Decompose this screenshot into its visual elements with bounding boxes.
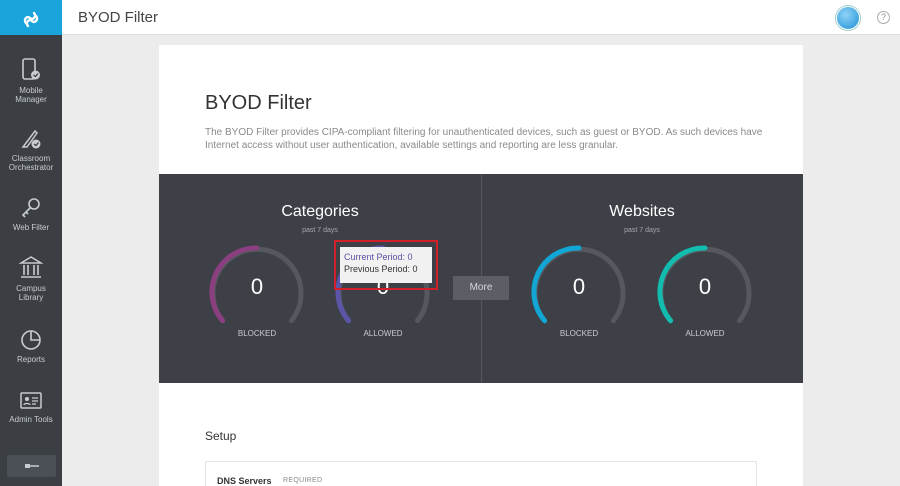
categories-period: past 7 days xyxy=(302,227,338,234)
classroom-orchestrator-icon xyxy=(21,129,41,149)
top-bar: BYOD Filter ? xyxy=(0,0,900,35)
sidebar-item-label: Library xyxy=(18,293,44,302)
sidebar-item-classroom-orchestrator[interactable]: Classroom Orchestrator xyxy=(0,127,62,172)
logo-icon xyxy=(23,11,39,27)
help-icon[interactable]: ? xyxy=(877,11,890,24)
gauge-label: BLOCKED xyxy=(237,329,277,338)
sidebar: Mobile Manager Classroom Orchestrator We… xyxy=(0,35,62,486)
categories-blocked-gauge[interactable]: 0 BLOCKED xyxy=(207,242,307,352)
sidebar-item-admin-tools[interactable]: Admin Tools xyxy=(0,390,62,424)
sidebar-item-label: Manager xyxy=(15,95,47,104)
page-title: BYOD Filter xyxy=(205,92,312,114)
pie-chart-icon xyxy=(21,330,41,350)
dns-servers-label: DNS Servers xyxy=(217,476,272,486)
gauge-value: 0 xyxy=(698,274,712,299)
tooltip-previous-period: Previous Period: 0 xyxy=(344,264,418,274)
sidebar-item-label: Web Filter xyxy=(12,223,50,232)
gauge-label: ALLOWED xyxy=(363,329,403,338)
page-description: The BYOD Filter provides CIPA-compliant … xyxy=(205,127,763,151)
sidebar-item-reports[interactable]: Reports xyxy=(0,328,62,364)
gauge-value: 0 xyxy=(572,274,586,299)
library-icon xyxy=(19,256,43,278)
key-icon xyxy=(21,198,40,218)
mobile-manager-icon xyxy=(22,58,40,80)
main-card: BYOD Filter The BYOD Filter provides CIP… xyxy=(159,45,803,486)
gauge-value: 0 xyxy=(250,274,264,299)
collapse-sidebar-button[interactable] xyxy=(7,455,56,477)
sidebar-item-campus-library[interactable]: Campus Library xyxy=(0,255,62,302)
tooltip-current-period: Current Period: 0 xyxy=(344,252,413,262)
sidebar-item-label: Orchestrator xyxy=(8,163,54,172)
app-title: BYOD Filter xyxy=(78,9,159,26)
collapse-icon xyxy=(24,464,39,468)
websites-period: past 7 days xyxy=(624,227,660,234)
admin-tools-icon xyxy=(20,392,42,409)
stats-panel: Categories past 7 days 0 BLOCKED 0 ALLOW… xyxy=(159,174,803,383)
gauge-label: BLOCKED xyxy=(559,329,599,338)
websites-title: Websites xyxy=(609,203,675,220)
required-badge: REQUIRED xyxy=(283,477,323,484)
sidebar-item-label: Classroom xyxy=(11,154,51,163)
user-avatar[interactable] xyxy=(836,6,860,30)
gauge-tooltip: Current Period: 0 Previous Period: 0 xyxy=(340,247,432,283)
sidebar-item-label: Reports xyxy=(16,355,45,364)
sidebar-item-label: Mobile xyxy=(19,86,43,95)
sidebar-item-label: Admin Tools xyxy=(9,415,53,424)
dns-servers-section[interactable]: DNS Servers REQUIRED xyxy=(205,461,757,486)
sidebar-item-mobile-manager[interactable]: Mobile Manager xyxy=(0,57,62,104)
app-logo[interactable] xyxy=(0,0,62,35)
sidebar-item-label: Campus xyxy=(16,284,46,293)
setup-title: Setup xyxy=(205,429,237,443)
websites-allowed-gauge[interactable]: 0 ALLOWED xyxy=(655,242,755,352)
gauge-label: ALLOWED xyxy=(685,329,725,338)
sidebar-item-web-filter[interactable]: Web Filter xyxy=(0,196,62,232)
more-button[interactable]: More xyxy=(453,276,509,300)
websites-blocked-gauge[interactable]: 0 BLOCKED xyxy=(529,242,629,352)
tooltip-highlight: Current Period: 0 Previous Period: 0 xyxy=(334,240,438,290)
categories-title: Categories xyxy=(281,203,359,220)
